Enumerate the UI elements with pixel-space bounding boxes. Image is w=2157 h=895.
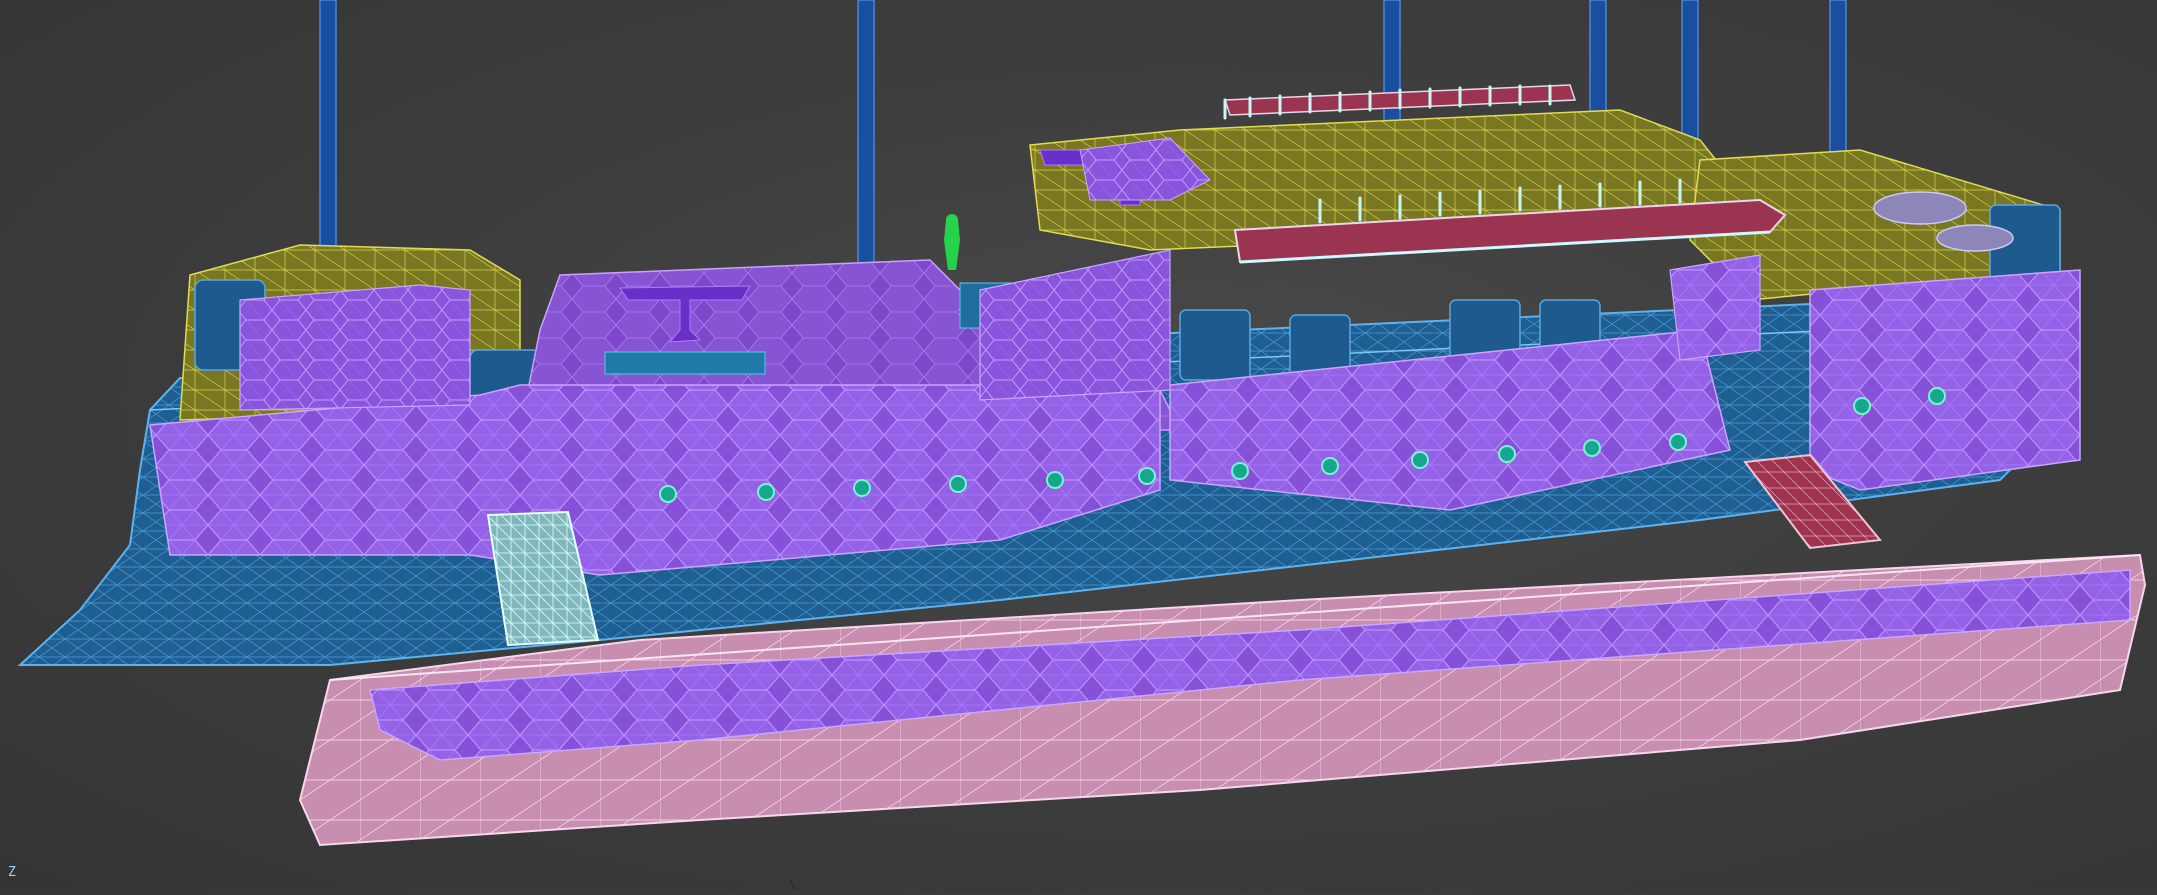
3d-viewport[interactable]: Z (0, 0, 2157, 891)
ground-tick (789, 879, 796, 891)
wireframe-ship-model[interactable] (0, 0, 2157, 891)
axis-gizmo-label: Z (8, 865, 16, 880)
